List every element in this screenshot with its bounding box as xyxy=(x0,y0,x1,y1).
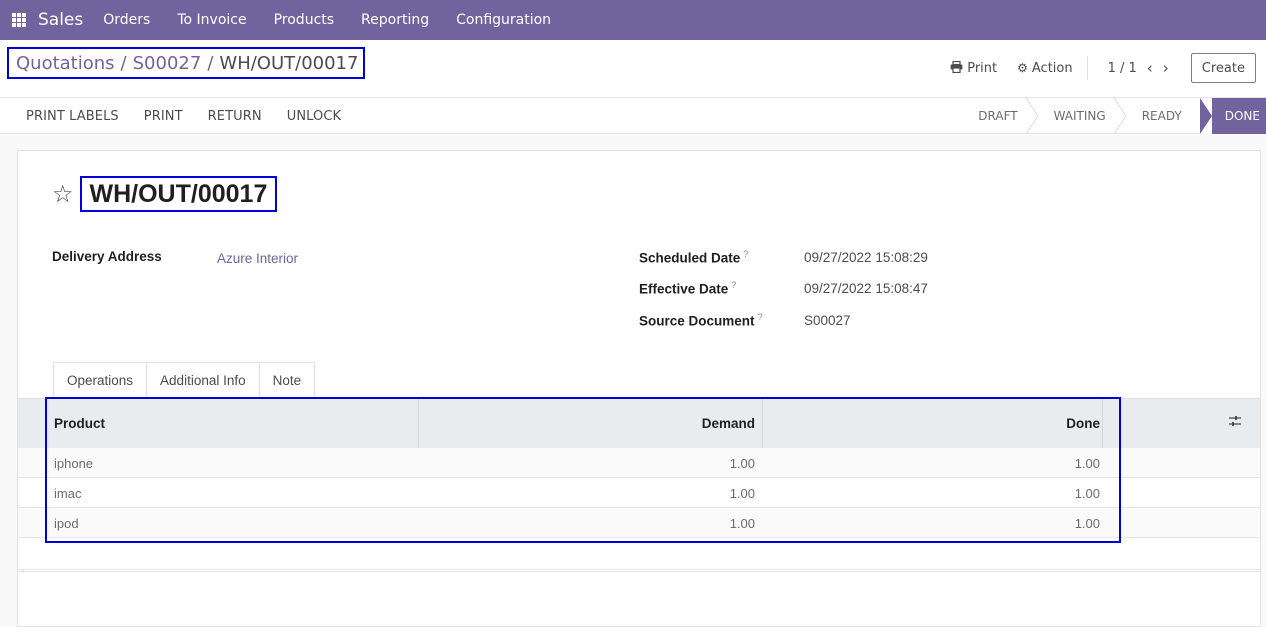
statusbar: PRINT LABELS PRINT RETURN UNLOCK DRAFT W… xyxy=(0,98,1266,134)
record-title: WH/OUT/00017 xyxy=(79,176,278,212)
delivery-address-value[interactable]: Azure Interior xyxy=(217,251,298,266)
control-panel: Quotations / S00027 / WH/OUT/00017 Print… xyxy=(0,40,1266,98)
table-body: iphone 1.00 1.00 imac 1.00 1.00 ipod 1.0… xyxy=(18,448,1260,570)
form-sheet: ☆ WH/OUT/00017 Delivery Address Azure In… xyxy=(17,150,1261,627)
app-brand[interactable]: Sales xyxy=(38,10,83,30)
cell-demand: 1.00 xyxy=(729,485,755,501)
source-document-value: S00027 xyxy=(804,313,851,328)
breadcrumb-sale-order[interactable]: S00027 xyxy=(133,53,202,74)
cell-done: 1.00 xyxy=(1074,515,1100,531)
effective-date-value: 09/27/2022 15:08:47 xyxy=(804,281,928,296)
effective-date-label: Effective Date? xyxy=(639,280,737,297)
menu-configuration[interactable]: Configuration xyxy=(456,12,551,28)
action-label: Action xyxy=(1031,60,1073,76)
cell-product: imac xyxy=(54,485,82,501)
top-navbar: Sales Orders To Invoice Products Reporti… xyxy=(0,0,1266,40)
unlock-button[interactable]: UNLOCK xyxy=(287,109,341,124)
stage-waiting: WAITING xyxy=(1036,98,1127,134)
column-product[interactable]: Product xyxy=(54,399,105,448)
help-icon[interactable]: ? xyxy=(743,249,748,259)
stage-waiting-label: WAITING xyxy=(1053,109,1106,123)
stage-done: DONE xyxy=(1199,98,1266,134)
stage-draft-label: DRAFT xyxy=(978,109,1018,123)
chevron-left-icon[interactable]: ‹ xyxy=(1147,59,1153,77)
breadcrumb-separator: / xyxy=(207,52,214,74)
menu-to-invoice[interactable]: To Invoice xyxy=(177,12,246,28)
stage-draft: DRAFT xyxy=(960,98,1039,134)
gear-icon: ⚙ xyxy=(1017,61,1028,75)
menu-products[interactable]: Products xyxy=(274,12,334,28)
scheduled-date-label: Scheduled Date? xyxy=(639,249,749,266)
operations-table: Product Demand Done iphone 1.00 1.00 ima… xyxy=(18,398,1260,570)
create-button[interactable]: Create xyxy=(1190,53,1256,83)
breadcrumb-separator: / xyxy=(120,52,127,74)
column-demand[interactable]: Demand xyxy=(418,399,755,448)
source-document-label: Source Document? xyxy=(639,312,763,329)
stage-done-label: DONE xyxy=(1224,109,1260,123)
menu-orders[interactable]: Orders xyxy=(103,12,150,28)
cell-done: 1.00 xyxy=(1074,455,1100,471)
divider xyxy=(1086,56,1088,80)
printer-icon xyxy=(950,60,963,76)
menu-reporting[interactable]: Reporting xyxy=(361,12,429,28)
pager-value[interactable]: 1 / 1 xyxy=(1108,61,1137,76)
return-button[interactable]: RETURN xyxy=(208,109,262,124)
tab-note[interactable]: Note xyxy=(258,362,316,398)
apps-menu-icon[interactable] xyxy=(12,13,26,27)
table-row[interactable]: ipod 1.00 1.00 xyxy=(18,508,1260,538)
chevron-right-icon[interactable]: › xyxy=(1163,59,1169,77)
delivery-address-label: Delivery Address xyxy=(52,249,162,264)
cell-product: iphone xyxy=(54,455,94,471)
tab-operations[interactable]: Operations xyxy=(53,362,148,398)
help-icon[interactable]: ? xyxy=(758,312,763,322)
print-label: Print xyxy=(967,60,998,76)
cell-done: 1.00 xyxy=(1074,485,1100,501)
print-dropdown-button[interactable]: Print xyxy=(950,60,998,76)
tab-additional-info[interactable]: Additional Info xyxy=(146,362,260,398)
breadcrumb-current: WH/OUT/00017 xyxy=(219,52,359,74)
cell-product: ipod xyxy=(54,515,79,531)
table-row[interactable]: iphone 1.00 1.00 xyxy=(18,448,1260,478)
cell-demand: 1.00 xyxy=(729,515,755,531)
stage-pipeline: DRAFT WAITING READY DONE xyxy=(960,98,1266,134)
stage-ready-label: READY xyxy=(1141,109,1182,123)
stage-ready: READY xyxy=(1124,98,1200,134)
cell-demand: 1.00 xyxy=(729,455,755,471)
print-labels-button[interactable]: PRINT LABELS xyxy=(26,109,119,124)
column-done[interactable]: Done xyxy=(762,399,1100,448)
breadcrumb-quotations[interactable]: Quotations xyxy=(16,53,115,74)
breadcrumb: Quotations / S00027 / WH/OUT/00017 xyxy=(7,47,365,79)
scheduled-date-value: 09/27/2022 15:08:29 xyxy=(804,250,928,265)
empty-row xyxy=(18,538,1260,570)
optional-columns-icon[interactable] xyxy=(1228,415,1242,431)
table-header: Product Demand Done xyxy=(18,398,1260,448)
divider xyxy=(18,571,1260,572)
print-button[interactable]: PRINT xyxy=(144,109,183,124)
notebook-tabs: Operations Additional Info Note xyxy=(53,362,316,398)
star-icon[interactable]: ☆ xyxy=(52,182,74,206)
help-icon[interactable]: ? xyxy=(731,280,736,290)
action-dropdown-button[interactable]: ⚙ Action xyxy=(1017,61,1072,76)
table-row[interactable]: imac 1.00 1.00 xyxy=(18,478,1260,508)
